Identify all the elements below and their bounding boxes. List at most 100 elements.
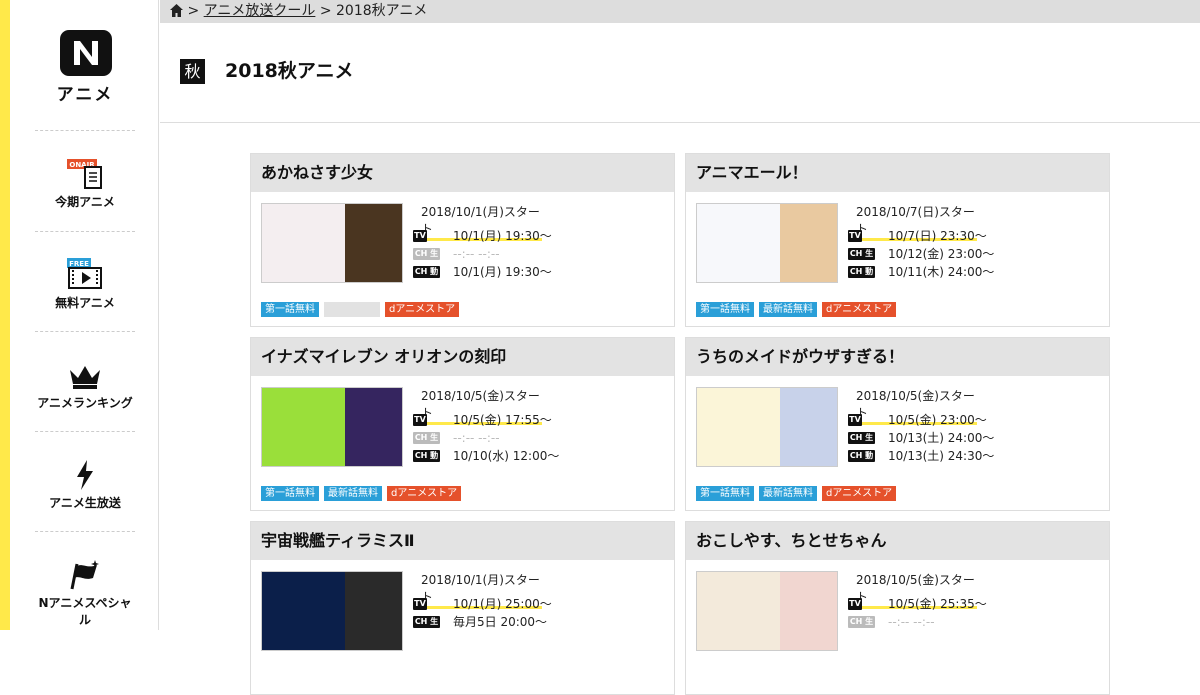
- danime-store-badge[interactable]: dアニメストア: [385, 302, 460, 317]
- schedule-ch-live: CH 生 毎月5日 20:00～: [413, 614, 663, 630]
- schedule-ch-live: CH 生 --:-- --:--: [413, 246, 663, 262]
- anime-title[interactable]: うちのメイドがウザすぎる！: [686, 338, 1109, 376]
- anime-card[interactable]: 宇宙戦艦ティラミスⅡ 2018/10/1(月)スタート TV 10/1(月) 2…: [250, 521, 675, 695]
- schedule-time: 10/13(土) 24:30～: [888, 449, 995, 463]
- breadcrumb: > アニメ放送クール > 2018秋アニメ: [160, 0, 1200, 23]
- nav-label: 今期アニメ: [55, 195, 115, 209]
- schedule-time: 10/1(月) 19:30～: [453, 265, 552, 279]
- ch-live-icon: CH 生: [848, 432, 875, 444]
- schedule-tv: TV 10/5(金) 17:55～: [413, 412, 663, 428]
- schedule-ch-douga: CH 動 10/1(月) 19:30～: [413, 264, 663, 280]
- schedule-time: 10/12(金) 23:00～: [888, 247, 995, 261]
- anime-thumbnail[interactable]: [261, 571, 403, 651]
- latest-episode-free-badge[interactable]: 最新話無料: [759, 486, 817, 501]
- breadcrumb-separator: >: [187, 3, 200, 19]
- schedule-time: 10/5(金) 23:00～: [888, 413, 987, 427]
- breadcrumb-current: 2018秋アニメ: [336, 3, 428, 19]
- danime-store-badge[interactable]: dアニメストア: [822, 486, 897, 501]
- free-film-icon: FREE: [35, 256, 135, 290]
- anime-card[interactable]: イナズマイレブン オリオンの刻印 2018/10/5(金)スタート TV 10/…: [250, 337, 675, 511]
- schedule-ch-live: CH 生 --:-- --:--: [413, 430, 663, 446]
- season-badge: 秋: [180, 59, 205, 84]
- schedule-time: --:-- --:--: [453, 247, 500, 261]
- first-episode-free-badge[interactable]: 第一話無料: [261, 302, 319, 317]
- anime-thumbnail[interactable]: [696, 387, 838, 467]
- schedule-time: --:-- --:--: [888, 615, 935, 629]
- ch-douga-icon: CH 動: [413, 450, 440, 462]
- badge-row: 第一話無料 最新話無料 dアニメストア: [261, 486, 466, 501]
- ch-live-icon: CH 生: [413, 432, 440, 444]
- schedule-time: --:-- --:--: [453, 431, 500, 445]
- schedule-tv: TV 10/1(月) 19:30～: [413, 228, 663, 244]
- schedule-time: 毎月5日 20:00～: [453, 615, 548, 629]
- anime-title[interactable]: イナズマイレブン オリオンの刻印: [251, 338, 674, 376]
- nav-item-free-anime[interactable]: FREE 無料アニメ: [35, 231, 135, 331]
- badge-row: 第一話無料 最新話無料 dアニメストア: [696, 302, 901, 317]
- logo-text: アニメ: [56, 85, 114, 105]
- tv-icon: TV: [848, 230, 862, 242]
- nav-label: アニメランキング: [37, 396, 133, 410]
- schedule-ch-douga: CH 動 10/13(土) 24:30～: [848, 448, 1098, 464]
- accent-bar: [0, 0, 10, 630]
- schedule-time: 10/1(月) 19:30～: [453, 229, 552, 243]
- schedule-ch-douga: CH 動 10/10(水) 12:00～: [413, 448, 663, 464]
- anime-thumbnail[interactable]: [696, 571, 838, 651]
- ch-live-icon: CH 生: [413, 248, 440, 260]
- badge-row: 第一話無料 最新話無料 dアニメストア: [696, 486, 901, 501]
- ch-douga-icon: CH 動: [848, 450, 875, 462]
- first-episode-free-badge[interactable]: 第一話無料: [261, 486, 319, 501]
- nav-item-special[interactable]: Nアニメスペシャル: [35, 531, 135, 631]
- anime-title[interactable]: アニマエール！: [686, 154, 1109, 192]
- schedule-time: 10/10(水) 12:00～: [453, 449, 560, 463]
- danime-store-badge[interactable]: dアニメストア: [387, 486, 462, 501]
- tv-icon: TV: [413, 414, 427, 426]
- onair-icon: ONAIR: [35, 155, 135, 189]
- nav-label: アニメ生放送: [49, 496, 121, 510]
- anime-thumbnail[interactable]: [261, 387, 403, 467]
- tv-icon: TV: [413, 230, 427, 242]
- anime-thumbnail[interactable]: [696, 203, 838, 283]
- anime-card[interactable]: おこしやす、ちとせちゃん 2018/10/5(金)スタート TV 10/5(金)…: [685, 521, 1110, 695]
- schedule-time: 10/7(日) 23:30～: [888, 229, 987, 243]
- anime-card[interactable]: アニマエール！ 2018/10/7(日)スタート TV 10/7(日) 23:3…: [685, 153, 1110, 327]
- breadcrumb-link-season[interactable]: アニメ放送クール: [204, 3, 316, 19]
- sidebar: アニメ ONAIR 今期アニメ FREE 無料アニメ アニメランキング アニメ生…: [10, 0, 159, 630]
- nav-label: Nアニメスペシャル: [38, 596, 132, 627]
- home-icon[interactable]: [170, 2, 183, 25]
- schedule-time: 10/1(月) 25:00～: [453, 597, 552, 611]
- n-anime-logo[interactable]: アニメ: [55, 30, 115, 105]
- nav-label: 無料アニメ: [55, 296, 115, 310]
- ch-live-icon: CH 生: [848, 616, 875, 628]
- schedule-time: 10/13(土) 24:00～: [888, 431, 995, 445]
- nav-item-current-anime[interactable]: ONAIR 今期アニメ: [35, 130, 135, 230]
- schedule-tv: TV 10/1(月) 25:00～: [413, 596, 663, 612]
- schedule-ch-douga: CH 動 10/11(木) 24:00～: [848, 264, 1098, 280]
- latest-episode-free-badge[interactable]: 最新話無料: [759, 302, 817, 317]
- schedule-tv: TV 10/5(金) 23:00～: [848, 412, 1098, 428]
- n-logo-icon: [60, 30, 112, 76]
- badge-row: 第一話無料 dアニメストア: [261, 302, 464, 317]
- tv-icon: TV: [848, 414, 862, 426]
- anime-title[interactable]: 宇宙戦艦ティラミスⅡ: [251, 522, 674, 560]
- free-tag: FREE: [69, 260, 89, 268]
- schedule-tv: TV 10/5(金) 25:35～: [848, 596, 1098, 612]
- flag-icon: [35, 556, 135, 590]
- anime-card[interactable]: あかねさす少女 2018/10/1(月)スタート TV 10/1(月) 19:3…: [250, 153, 675, 327]
- schedule-time: 10/5(金) 25:35～: [888, 597, 987, 611]
- schedule-ch-live: CH 生 10/13(土) 24:00～: [848, 430, 1098, 446]
- page-header: 秋 2018秋アニメ: [160, 23, 1200, 123]
- latest-episode-free-badge[interactable]: [324, 302, 380, 317]
- danime-store-badge[interactable]: dアニメストア: [822, 302, 897, 317]
- schedule-ch-live: CH 生 --:-- --:--: [848, 614, 1098, 630]
- ch-live-icon: CH 生: [413, 616, 440, 628]
- anime-thumbnail[interactable]: [261, 203, 403, 283]
- anime-title[interactable]: おこしやす、ちとせちゃん: [686, 522, 1109, 560]
- anime-title[interactable]: あかねさす少女: [251, 154, 674, 192]
- anime-card[interactable]: うちのメイドがウザすぎる！ 2018/10/5(金)スタート TV 10/5(金…: [685, 337, 1110, 511]
- nav-item-live[interactable]: アニメ生放送: [35, 431, 135, 531]
- first-episode-free-badge[interactable]: 第一話無料: [696, 302, 754, 317]
- latest-episode-free-badge[interactable]: 最新話無料: [324, 486, 382, 501]
- nav-item-ranking[interactable]: アニメランキング: [35, 331, 135, 431]
- schedule-time: 10/5(金) 17:55～: [453, 413, 552, 427]
- first-episode-free-badge[interactable]: 第一話無料: [696, 486, 754, 501]
